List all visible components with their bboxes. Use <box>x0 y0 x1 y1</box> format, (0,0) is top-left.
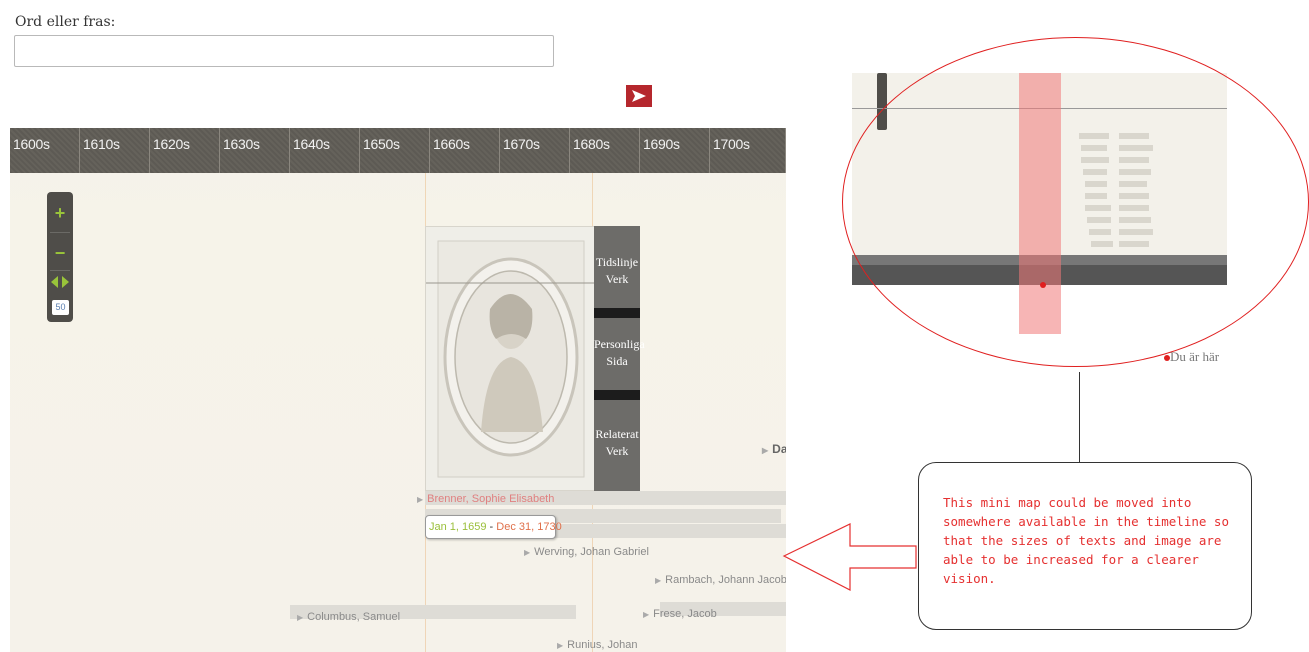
annotation-callout: This mini map could be moved into somewh… <box>918 462 1252 630</box>
timeline[interactable]: 1600s 1610s 1620s 1630s 1640s 1650s 1660… <box>10 128 786 652</box>
search-input[interactable] <box>14 35 554 67</box>
zoom-out-button[interactable]: − <box>47 242 73 264</box>
event-bar[interactable] <box>545 524 786 538</box>
date-tooltip: Jan 1, 1659 - Dec 31, 1730 <box>425 515 562 539</box>
side-menu: Tidslinje Verk Personliga Sida Relaterat… <box>594 226 645 491</box>
triangle-icon: ▶ <box>762 446 769 455</box>
menu-personliga-sida[interactable]: Personliga Sida <box>594 336 645 370</box>
event-runius[interactable]: ▶ Runius, Johan <box>557 639 637 651</box>
search-label: Ord eller fras: <box>15 14 116 30</box>
decade-1630s[interactable]: 1630s <box>220 128 290 173</box>
decade-1610s[interactable]: 1610s <box>80 128 150 173</box>
divider <box>594 390 640 400</box>
decade-1660s[interactable]: 1660s <box>430 128 500 173</box>
event-rambach[interactable]: ▶ Rambach, Johann Jacob <box>655 574 786 586</box>
decade-1670s[interactable]: 1670s <box>500 128 570 173</box>
divider <box>594 308 640 318</box>
event-da[interactable]: ▶ Da <box>762 442 786 456</box>
callout-arrow-icon <box>782 523 917 591</box>
callout-connector <box>1079 372 1080 464</box>
triangle-icon: ▶ <box>557 641 564 650</box>
zoom-control: + − 50 <box>47 192 73 322</box>
left-right-arrows-icon <box>51 276 69 288</box>
portrait-engraving <box>426 240 594 478</box>
decade-1650s[interactable]: 1650s <box>360 128 430 173</box>
callout-text: This mini map could be moved into somewh… <box>943 495 1229 586</box>
decade-bar: 1600s 1610s 1620s 1630s 1640s 1650s 1660… <box>10 128 786 173</box>
zoom-in-button[interactable]: + <box>47 202 73 224</box>
decade-1680s[interactable]: 1680s <box>570 128 640 173</box>
triangle-icon: ▶ <box>297 613 304 622</box>
decade-1700s[interactable]: 1700s <box>710 128 786 173</box>
you-are-here-label: Du är här <box>1170 349 1220 364</box>
zoom-level-value: 50 <box>52 300 69 315</box>
triangle-icon: ▶ <box>524 548 531 557</box>
annotation-ellipse <box>842 37 1309 367</box>
decade-1620s[interactable]: 1620s <box>150 128 220 173</box>
decade-1690s[interactable]: 1690s <box>640 128 710 173</box>
event-brenner[interactable]: ▶ Brenner, Sophie Elisabeth <box>417 493 554 505</box>
divider <box>50 270 70 271</box>
portrait-image[interactable] <box>425 226 595 491</box>
event-columbus[interactable]: ▶ Columbus, Samuel <box>297 611 400 623</box>
triangle-icon: ▶ <box>655 576 662 585</box>
event-werving[interactable]: ▶ Werving, Johan Gabriel <box>524 546 649 558</box>
triangle-icon: ▶ <box>643 610 650 619</box>
triangle-icon: ▶ <box>417 495 424 504</box>
pan-arrows-button[interactable] <box>47 272 73 294</box>
decade-1640s[interactable]: 1640s <box>290 128 360 173</box>
menu-tidslinje-verk[interactable]: Tidslinje Verk <box>594 254 640 288</box>
go-button[interactable] <box>626 85 652 107</box>
divider <box>50 232 70 233</box>
menu-relaterat-verk[interactable]: Relaterat Verk <box>594 426 640 460</box>
decade-1600s[interactable]: 1600s <box>10 128 80 173</box>
event-frese[interactable]: ▶ Frese, Jacob <box>643 608 717 620</box>
play-arrow-icon <box>632 90 646 102</box>
